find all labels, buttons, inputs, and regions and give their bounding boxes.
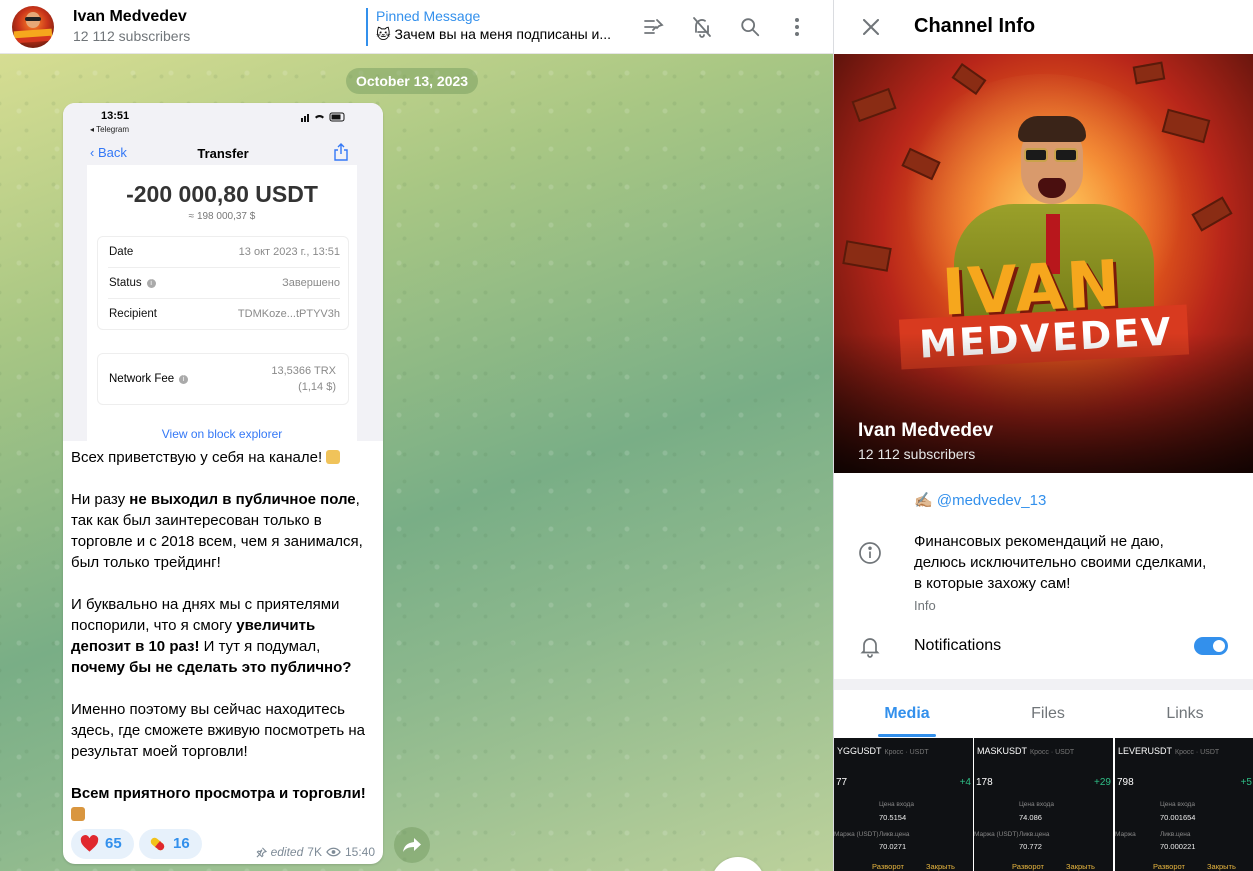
views-count: 7K [307, 845, 322, 859]
photo-status-time: 13:51 [101, 110, 130, 122]
block-explorer-link: View on block explorer [161, 427, 283, 441]
pinned-list-icon[interactable] [639, 12, 669, 42]
tab-links[interactable]: Links [1116, 690, 1253, 738]
edited-label: edited [270, 845, 304, 859]
photo-source-app: ◂ Telegram [90, 125, 129, 134]
transfer-approx: ≈ 198 000,37 $ [188, 211, 256, 222]
notifications-toggle[interactable] [1194, 637, 1228, 655]
search-icon[interactable] [735, 12, 765, 42]
forward-button[interactable] [394, 827, 430, 863]
channel-subscribers: 12 112 subscribers [73, 28, 191, 44]
detail-row: Date 13 окт 2023 г., 13:51 [108, 237, 340, 268]
chat-column: Ivan Medvedev 12 112 subscribers Pinned … [0, 0, 833, 871]
channel-title[interactable]: Ivan Medvedev [73, 8, 187, 26]
active-tab-indicator [878, 734, 936, 737]
reaction-heart[interactable]: 65 [71, 829, 134, 859]
transfer-amount: -200 000,80 USDT [126, 181, 318, 207]
telegram-app: Ivan Medvedev 12 112 subscribers Pinned … [0, 0, 1253, 871]
heart-icon [80, 835, 99, 852]
message-photo[interactable]: 13:51 ◂ Telegram ‹ Back Transfer -200 00… [63, 103, 383, 441]
shared-media-tabs: Media Files Links [834, 690, 1253, 738]
channel-details: ✍🏼 @medvedev_13 Финансовых рекомендаций … [834, 473, 1253, 690]
share-icon [334, 143, 348, 161]
notifications-label: Notifications [914, 637, 1002, 654]
channel-info-panel: Channel Info IVAN MEDVEDEV Ivan Medvedev… [833, 0, 1253, 871]
panel-header: Channel Info [834, 0, 1253, 54]
tab-media[interactable]: Media [834, 690, 980, 738]
message-bubble[interactable]: 13:51 ◂ Telegram ‹ Back Transfer -200 00… [63, 103, 383, 864]
pinned-message[interactable]: Pinned Message 🐱 Зачем вы на меня подпис… [366, 8, 626, 46]
more-options-icon[interactable] [782, 12, 812, 42]
message-time: 15:40 [344, 845, 375, 859]
network-fee: Network Fee i 13,5366 TRX (1,14 $) [97, 353, 349, 405]
channel-avatar[interactable] [12, 6, 54, 48]
panel-title: Channel Info [914, 15, 1036, 37]
info-icon: i [179, 375, 189, 384]
channel-description: Финансовых рекомендаций не даю, делюсь и… [914, 533, 1207, 592]
channel-subscribers-count: 12 112 subscribers [858, 446, 976, 462]
hamster-emoji [71, 807, 85, 821]
media-thumbnail[interactable]: YGGUSDT Кросс · USDT 77 +4 Цена входа 70.… [834, 738, 973, 871]
pinned-message-label: Pinned Message [376, 8, 481, 24]
close-button[interactable] [856, 12, 886, 42]
info-icon: i [146, 279, 156, 288]
date-separator: October 13, 2023 [346, 68, 479, 94]
bell-icon [860, 638, 880, 658]
media-grid: YGGUSDT Кросс · USDT 77 +4 Цена входа 70.… [834, 738, 1253, 871]
section-divider [834, 679, 1253, 690]
mute-icon[interactable] [687, 12, 717, 42]
channel-cover-image[interactable]: IVAN MEDVEDEV Ivan Medvedev 12 112 subsc… [834, 54, 1253, 473]
pill-icon [150, 837, 165, 851]
detail-row: Recipient TDMKoze...tPTYV3h [109, 308, 340, 320]
message-text: Всех приветствую у себя на канале! Ни ра… [71, 447, 377, 846]
forward-icon [403, 838, 421, 852]
pinned-message-text: 🐱 Зачем вы на меня подписаны и... [376, 26, 612, 42]
transfer-card: -200 000,80 USDT ≈ 198 000,37 $ Date 13 … [87, 165, 357, 441]
close-icon [863, 19, 879, 35]
message-meta: edited 7K 15:40 [256, 845, 375, 859]
detail-row: Status i Завершено [108, 268, 340, 299]
phone-status-icons [301, 112, 345, 122]
description-label: Info [914, 598, 936, 613]
channel-username[interactable]: ✍🏼 @medvedev_13 [914, 491, 1046, 509]
eye-icon [326, 847, 341, 857]
media-thumbnail[interactable]: MASKUSDT Кросс · USDT 178 +29 Цена входа … [974, 738, 1113, 871]
hamster-emoji [326, 450, 341, 464]
tab-files[interactable]: Files [980, 690, 1116, 738]
channel-name: Ivan Medvedev [858, 420, 994, 441]
transfer-details: Date 13 окт 2023 г., 13:51 Status i Завер… [97, 236, 349, 330]
pin-icon [256, 847, 267, 857]
chat-header: Ivan Medvedev 12 112 subscribers Pinned … [0, 0, 833, 54]
info-icon [859, 542, 881, 564]
media-thumbnail[interactable]: LEVERUSDT Кросс · USDT 798 +5 Цена входа … [1115, 738, 1253, 871]
reaction-pill[interactable]: 16 [139, 829, 202, 859]
